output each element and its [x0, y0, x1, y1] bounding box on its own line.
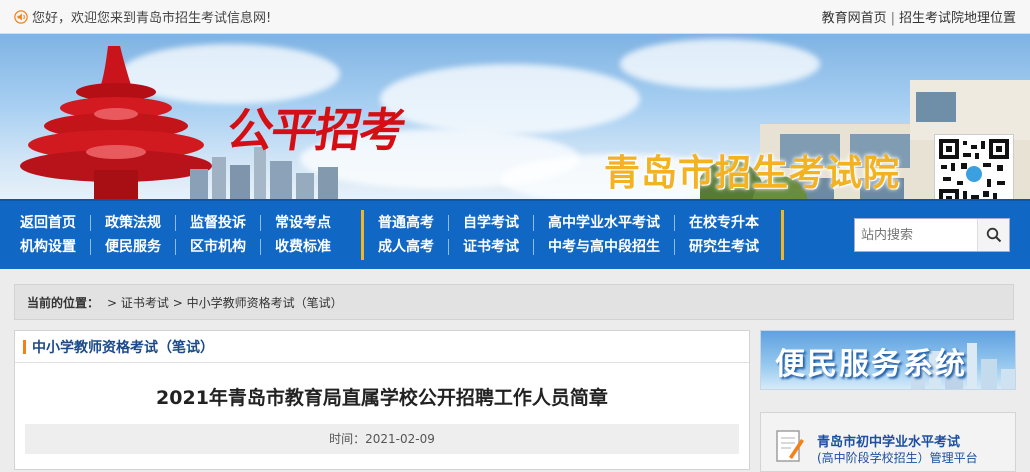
section-accent-bar: [23, 339, 26, 354]
nav-group-general: 返回首页 政策法规 监督投诉 常设考点 机构设置 便民服务 区市机构 收费标准: [20, 215, 345, 255]
edu-home-link[interactable]: 教育网首页: [822, 11, 887, 26]
document-pen-icon: [776, 430, 804, 462]
fair-admission-calligraphy: 公平招考: [223, 103, 408, 157]
nav-public-service[interactable]: 便民服务: [91, 239, 176, 255]
institute-title: 青岛市招生考试院: [604, 153, 901, 194]
nav-home[interactable]: 返回首页: [20, 215, 91, 231]
site-search: [854, 218, 1010, 252]
public-service-system-banner[interactable]: 便民服务系统: [760, 330, 1016, 390]
nav-adult-gaokao[interactable]: 成人高考: [378, 239, 449, 255]
location-link[interactable]: 招生考试院地理位置: [899, 11, 1016, 26]
nav-zhongkao[interactable]: 中考与高中段招生: [534, 239, 675, 255]
search-icon: [986, 227, 1001, 243]
article-title: 2021年青岛市教育局直属学校公开招聘工作人员简章: [156, 387, 608, 409]
nav-self-study-exam[interactable]: 自学考试: [449, 215, 534, 231]
nav-organization[interactable]: 机构设置: [20, 239, 91, 255]
section-title: 中小学教师资格考试（笔试）: [32, 339, 214, 356]
breadcrumb-path[interactable]: > 证书考试 > 中小学教师资格考试（笔试）: [107, 294, 343, 311]
promo-title: 便民服务系统: [775, 347, 967, 382]
nav-complaints[interactable]: 监督投诉: [176, 215, 261, 231]
nav-gaokao[interactable]: 普通高考: [378, 215, 449, 231]
nav-divider: [361, 210, 364, 260]
section-header: 中小学教师资格考试（笔试）: [15, 331, 749, 363]
speaker-icon: [14, 9, 28, 24]
nav-exam-sites[interactable]: 常设考点: [261, 215, 345, 231]
service-title-line2: (高中阶段学校招生）管理平台: [817, 451, 978, 465]
nav-certificate-exam[interactable]: 证书考试: [449, 239, 534, 255]
greeting-text: 您好，欢迎您来到青岛市招生考试信息网!: [32, 11, 272, 26]
nav-fee-standards[interactable]: 收费标准: [261, 239, 345, 255]
search-button[interactable]: [977, 219, 1009, 251]
nav-hs-proficiency-exam[interactable]: 高中学业水平考试: [534, 215, 675, 231]
top-links: 教育网首页 | 招生考试院地理位置: [822, 7, 1016, 26]
top-link-separator: |: [890, 11, 895, 26]
nav-upgrade-exam[interactable]: 在校专升本: [675, 215, 773, 231]
nav-group-exams: 普通高考 自学考试 高中学业水平考试 在校专升本 成人高考 证书考试 中考与高中…: [378, 215, 773, 255]
top-bar: 您好，欢迎您来到青岛市招生考试信息网! 教育网首页 | 招生考试院地理位置: [0, 0, 1030, 34]
breadcrumb-label: 当前的位置：: [27, 295, 100, 310]
article-time: 时间：2021-02-09: [25, 424, 739, 454]
qr-code-image: [934, 134, 1014, 199]
zhongkao-platform-link[interactable]: 青岛市初中学业水平考试 (高中阶段学校招生）管理平台: [760, 412, 1016, 472]
nav-postgraduate-exam[interactable]: 研究生考试: [675, 239, 773, 255]
service-title-line1: 青岛市初中学业水平考试: [817, 435, 961, 450]
article-panel: 中小学教师资格考试（笔试） 2021年青岛市教育局直属学校公开招聘工作人员简章 …: [14, 330, 750, 470]
header-banner: 公平招考 青岛市招生考试院: [0, 34, 1030, 199]
greeting: 您好，欢迎您来到青岛市招生考试信息网!: [14, 7, 271, 26]
nav-district-agencies[interactable]: 区市机构: [176, 239, 261, 255]
search-input[interactable]: [855, 219, 977, 251]
nav-divider-2: [781, 210, 784, 260]
nav-policies[interactable]: 政策法规: [91, 215, 176, 231]
main-nav: 返回首页 政策法规 监督投诉 常设考点 机构设置 便民服务 区市机构 收费标准 …: [0, 199, 1030, 269]
breadcrumb: 当前的位置： > 证书考试 > 中小学教师资格考试（笔试）: [14, 284, 1014, 320]
